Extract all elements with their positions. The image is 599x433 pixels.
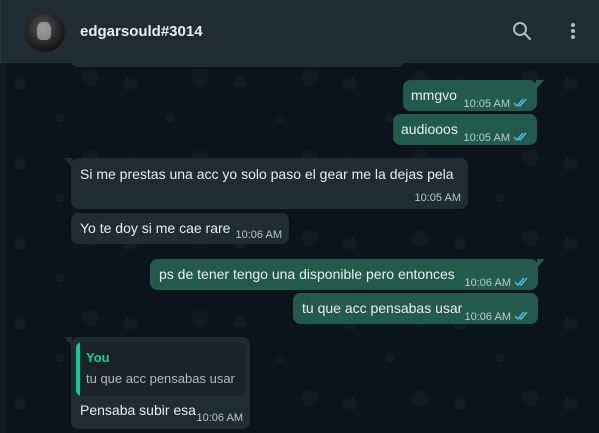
previous-message-bubble (70, 63, 405, 67)
incoming-message[interactable]: Si me prestas una acc yo solo paso el ge… (64, 158, 468, 209)
scroll-edge (0, 63, 6, 433)
message-text: mmgvo (411, 87, 457, 103)
message-meta: 10:05 AM (464, 127, 530, 148)
message-text: tu que acc pensabas usar (302, 300, 463, 316)
message-time: 10:06 AM (464, 311, 511, 323)
double-check-icon (514, 277, 528, 287)
message-text: ps de tener tengo una disponible pero en… (159, 266, 455, 282)
quote-accent-bar (76, 342, 80, 396)
search-button[interactable] (509, 18, 535, 44)
quoted-text: tu que acc pensabas usar (86, 371, 235, 386)
outgoing-message[interactable]: ps de tener tengo una disponible pero en… (150, 259, 545, 293)
message-meta: 10:06 AM (465, 272, 531, 293)
double-check-icon (513, 132, 527, 142)
double-check-icon (514, 311, 528, 321)
message-meta: 10:05 AM (464, 93, 530, 114)
search-icon (513, 22, 532, 41)
menu-button[interactable] (560, 18, 586, 44)
double-check-icon (513, 98, 527, 108)
outgoing-message[interactable]: tu que acc pensabas usar 10:06 AM (293, 293, 538, 324)
message-time: 10:06 AM (464, 277, 511, 289)
quoted-author: You (86, 350, 110, 365)
message-time: 10:06 AM (235, 229, 282, 241)
message-meta: 10:06 AM (465, 306, 531, 327)
outgoing-message[interactable]: mmgvo 10:05 AM (403, 80, 544, 114)
contact-name[interactable]: edgarsould#3014 (80, 23, 203, 40)
message-time: 10:05 AM (463, 98, 510, 110)
incoming-reply-message[interactable]: You tu que acc pensabas usar Pensaba sub… (64, 337, 250, 429)
incoming-message[interactable]: Yo te doy si me cae rare 10:06 AM (71, 213, 289, 244)
quoted-message[interactable]: You tu que acc pensabas usar (76, 342, 245, 396)
contact-avatar[interactable] (25, 12, 65, 52)
kebab-menu-icon (571, 23, 575, 39)
message-text: audiooos (401, 121, 458, 137)
message-text: Yo te doy si me cae rare (80, 220, 231, 236)
message-time: 10:05 AM (414, 192, 461, 204)
message-time: 10:06 AM (196, 412, 243, 424)
chat-header: edgarsould#3014 (0, 0, 599, 63)
outgoing-message[interactable]: audiooos 10:05 AM (393, 114, 537, 145)
message-text: Pensaba subir esa (80, 402, 196, 418)
message-time: 10:05 AM (463, 132, 510, 144)
message-list[interactable]: mmgvo 10:05 AM audiooos 10:05 AM Si me p… (0, 63, 599, 433)
message-text: Si me prestas una acc yo solo paso el ge… (80, 166, 454, 182)
